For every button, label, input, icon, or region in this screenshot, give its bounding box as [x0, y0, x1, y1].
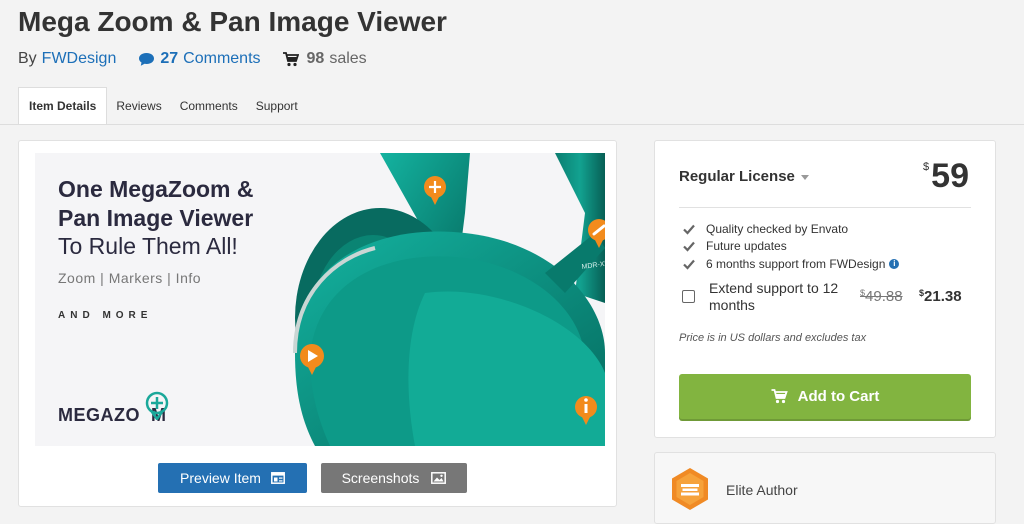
image-icon [431, 472, 447, 484]
author-badge-card: Elite Author [654, 452, 996, 524]
banner-features: Zoom | Markers | Info [58, 270, 202, 286]
headphones-illustration: MDR-XB [293, 153, 605, 446]
preview-item-label: Preview Item [180, 470, 261, 486]
license-feature-item: Quality checked by Envato [683, 220, 899, 238]
comments-label: Comments [183, 50, 261, 67]
preview-window-icon [271, 472, 285, 484]
new-price-value: 21.38 [924, 288, 962, 305]
caret-down-icon [800, 174, 809, 180]
sales-label: sales [329, 50, 367, 67]
feature-text: 6 months support from FWDesign [706, 256, 886, 271]
item-tabs: Item Details Reviews Comments Support [18, 87, 307, 125]
license-selector[interactable]: Regular License [679, 168, 809, 185]
preview-item-button[interactable]: Preview Item [158, 463, 307, 493]
extend-support-label[interactable]: Extend support to 12 months [709, 280, 849, 314]
elite-author-badge-icon [672, 468, 708, 510]
feature-text: Quality checked by Envato [706, 221, 849, 236]
license-feature-item: 6 months support from FWDesign i [683, 255, 900, 273]
banner-tagline: To Rule Them All! [58, 233, 238, 259]
check-icon [683, 224, 695, 235]
preview-card: One MegaZoom & Pan Image Viewer To Rule … [18, 140, 617, 507]
check-icon [683, 259, 695, 270]
cart-icon [282, 51, 299, 66]
comments-count: 27 [160, 50, 179, 67]
banner-headline-line1: One MegaZoom & [58, 176, 254, 202]
screenshots-label: Screenshots [341, 470, 420, 486]
banner-and-more: AND MORE [58, 310, 153, 321]
add-to-cart-label: Add to Cart [797, 388, 880, 405]
banner-headline-line2: Pan Image Viewer [58, 205, 254, 231]
tab-support[interactable]: Support [247, 87, 307, 125]
tax-note: Price is in US dollars and excludes tax [679, 332, 867, 344]
price-currency: $ [923, 161, 930, 173]
add-to-cart-button[interactable]: Add to Cart [679, 374, 971, 419]
extend-support-checkbox[interactable] [682, 290, 695, 303]
page-title: Mega Zoom & Pan Image Viewer [18, 6, 447, 37]
comment-bubble-icon [139, 52, 155, 66]
cart-icon [771, 389, 788, 404]
preview-banner-image[interactable]: One MegaZoom & Pan Image Viewer To Rule … [35, 153, 605, 446]
sales-number: 98 [306, 50, 325, 67]
tab-comments[interactable]: Comments [171, 87, 247, 125]
feature-text: Future updates [706, 239, 787, 254]
extend-old-price: $49.88 [860, 288, 903, 305]
license-card: Regular License $ 59 Quality checked by … [654, 140, 996, 438]
author-link[interactable]: FWDesign [42, 50, 117, 68]
license-feature-item: Future updates [683, 238, 899, 256]
info-icon[interactable]: i [889, 258, 900, 269]
elite-author-label: Elite Author [726, 482, 798, 498]
license-features: Quality checked by Envato Future updates… [683, 220, 900, 273]
item-meta: By FWDesign 27 Comments 98 sales [18, 50, 367, 68]
license-divider [679, 207, 971, 208]
license-price: $ 59 [923, 157, 969, 196]
check-icon [683, 242, 695, 252]
comments-link[interactable]: 27 Comments [138, 50, 261, 68]
price-value: 59 [931, 157, 969, 195]
sales-count: 98 sales [282, 50, 367, 68]
extend-new-price: $21.38 [919, 288, 962, 305]
license-name: Regular License [679, 168, 795, 185]
by-label: By [18, 50, 37, 67]
extend-support-option: Extend support to 12 months $49.88 $21.3… [682, 280, 972, 316]
banner-headline: One MegaZoom & Pan Image Viewer [58, 175, 254, 233]
megazoom-logo: MEGAZO M [58, 391, 169, 426]
tabs-divider [0, 124, 1024, 125]
tab-reviews[interactable]: Reviews [107, 87, 170, 125]
zoom-plus-icon [145, 391, 169, 420]
tab-item-details[interactable]: Item Details [18, 87, 108, 125]
old-price-value: 49.88 [865, 288, 903, 305]
screenshots-button[interactable]: Screenshots [321, 463, 467, 493]
